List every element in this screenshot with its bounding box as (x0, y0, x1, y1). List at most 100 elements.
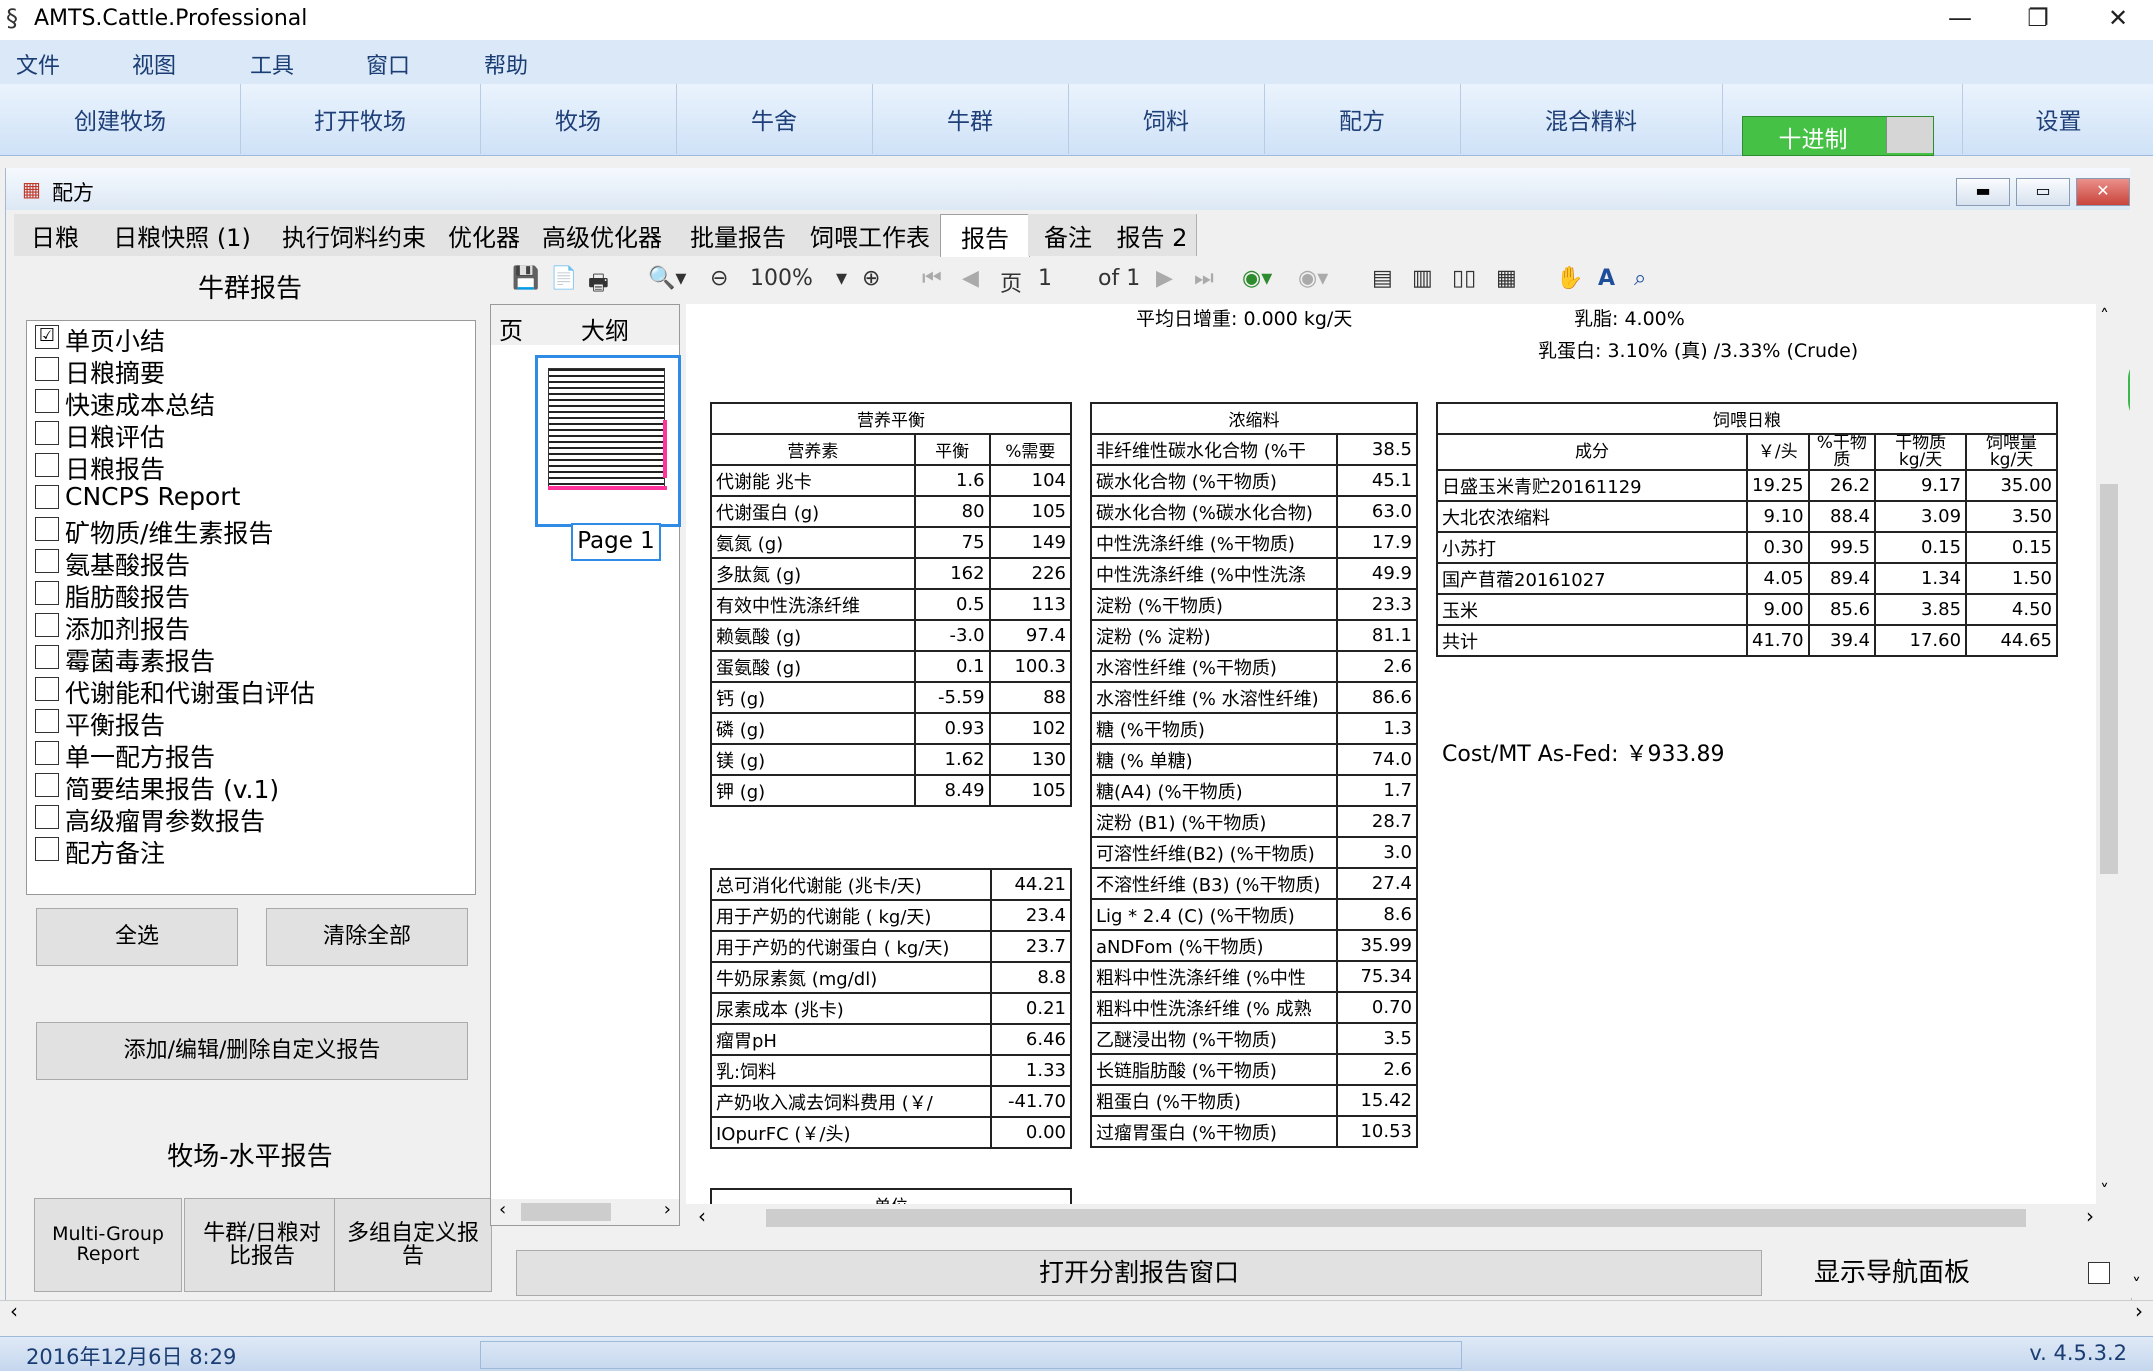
scroll-thumb[interactable] (2100, 484, 2118, 874)
show-navigation-checkbox[interactable] (2088, 1262, 2110, 1284)
multi-page-icon[interactable]: ▦ (1496, 266, 1517, 291)
checkbox-me-mp-evaluation[interactable] (35, 677, 59, 701)
zoom-in-icon[interactable]: ⊕ (862, 266, 880, 291)
zoom-in-dropdown-icon[interactable]: 🔍▾ (648, 266, 686, 291)
last-page-icon[interactable]: ⏭ (1194, 266, 1214, 291)
checkbox-advanced-rumen[interactable] (35, 805, 59, 829)
report-label: 配方备注 (65, 839, 166, 868)
tab-advanced-optimizer[interactable]: 高级优化器 (528, 214, 677, 256)
restore-button[interactable]: ❐ (2018, 4, 2058, 32)
report-label: 单一配方报告 (65, 743, 216, 772)
save-icon[interactable]: 💾 (512, 266, 539, 291)
page-input[interactable]: 1 (1038, 266, 1052, 291)
scroll-right-icon[interactable]: › (664, 1199, 671, 1220)
scroll-thumb[interactable] (766, 1209, 2026, 1227)
clear-all-button[interactable]: 清除全部 (266, 908, 468, 966)
barn-button[interactable]: 牛舍 (676, 84, 873, 154)
print-icon[interactable]: 🖶 (588, 266, 609, 304)
find-icon[interactable]: ⌕ (1634, 266, 1646, 291)
tab-pages[interactable]: 页 (499, 311, 523, 346)
checkbox-mycotoxin[interactable] (35, 645, 59, 669)
tab-ration[interactable]: 日粮 (14, 214, 97, 256)
checkbox-ration-report[interactable] (35, 453, 59, 477)
checkbox-single-formula[interactable] (35, 741, 59, 765)
checkbox-amino-acid[interactable] (35, 549, 59, 573)
tab-notes[interactable]: 备注 (1028, 214, 1109, 256)
create-farm-button[interactable]: 创建牧场 (0, 84, 241, 154)
scroll-left-icon[interactable]: ‹ (10, 1299, 18, 1323)
menu-help[interactable]: 帮助 (484, 48, 528, 80)
zoom-out-icon[interactable]: ⊖ (710, 266, 728, 291)
tab-ration-snapshot[interactable]: 日粮快照 (1) (96, 214, 269, 256)
tab-feed-constraints[interactable]: 执行饲料约束 (268, 214, 441, 256)
page-thumbnail[interactable] (535, 355, 681, 527)
thumbnail-hscroll[interactable]: ‹ › (491, 1199, 679, 1225)
close-button[interactable]: ✕ (2098, 4, 2138, 32)
checkbox-fatty-acid[interactable] (35, 581, 59, 605)
checkbox-single-page-summary[interactable]: ☑ (35, 325, 59, 349)
scroll-down-icon[interactable]: ˅ (2100, 1181, 2109, 1202)
tab-outline[interactable]: 大纲 (581, 311, 629, 346)
prev-page-icon[interactable]: ◀ (962, 266, 979, 291)
checkbox-mineral-vitamin[interactable] (35, 517, 59, 541)
checkbox-formula-notes[interactable] (35, 837, 59, 861)
two-page-icon[interactable]: ▯▯ (1452, 266, 1476, 291)
scroll-thumb[interactable] (521, 1203, 611, 1221)
forward-icon[interactable]: ◉▾ (1298, 266, 1328, 291)
zoom-dropdown-icon[interactable]: ▾ (836, 266, 847, 291)
multi-group-report-button[interactable]: Multi-Group Report (34, 1198, 182, 1292)
text-select-icon[interactable]: A (1598, 266, 1615, 291)
settings-button[interactable]: 设置 (1962, 84, 2153, 154)
hand-tool-icon[interactable]: ✋ (1556, 266, 1583, 291)
tab-feeding-worksheet[interactable]: 饲喂工作表 (800, 214, 941, 256)
minimize-button[interactable]: — (1940, 4, 1980, 32)
checkbox-cncps-report[interactable] (35, 485, 59, 509)
herd-button[interactable]: 牛群 (872, 84, 1069, 154)
tab-report-2[interactable]: 报告 2 (1108, 214, 1197, 256)
report-vscroll[interactable]: ˄ ˅ (2096, 304, 2122, 1204)
checkbox-brief-results[interactable] (35, 773, 59, 797)
window-vscroll[interactable]: ˅ (2130, 168, 2153, 1298)
scroll-down-icon[interactable]: ˅ (2132, 1275, 2141, 1296)
child-close-button[interactable]: ✕ (2076, 178, 2130, 206)
report-hscroll[interactable]: ‹ › (686, 1204, 2122, 1230)
mixed-concentrate-button[interactable]: 混合精料 (1460, 84, 1723, 154)
farm-button[interactable]: 牧场 (480, 84, 677, 154)
child-minimize-button[interactable]: ▬ (1956, 178, 2010, 206)
open-farm-button[interactable]: 打开牧场 (240, 84, 481, 154)
feeds-button[interactable]: 饲料 (1068, 84, 1265, 154)
checkbox-ration-evaluation[interactable] (35, 421, 59, 445)
main-hscroll[interactable]: ‹ › (0, 1299, 2153, 1326)
scroll-right-icon[interactable]: › (2086, 1204, 2094, 1228)
menu-window[interactable]: 窗口 (366, 48, 410, 80)
open-split-report-button[interactable]: 打开分割报告窗口 (516, 1250, 1762, 1296)
child-restore-button[interactable]: ▭ (2016, 178, 2070, 206)
menu-tools[interactable]: 工具 (250, 48, 294, 80)
scroll-up-icon[interactable]: ˄ (2100, 306, 2109, 327)
zoom-level[interactable]: 100% (750, 266, 813, 291)
checkbox-ration-summary[interactable] (35, 357, 59, 381)
checkbox-balance-report[interactable] (35, 709, 59, 733)
scroll-left-icon[interactable]: ‹ (499, 1199, 506, 1220)
tab-report[interactable]: 报告 (940, 214, 1030, 257)
back-icon[interactable]: ◉▾ (1242, 266, 1272, 291)
herd-ration-compare-button[interactable]: 牛群/日粮对比报告 (184, 1198, 340, 1292)
multi-group-custom-button[interactable]: 多组自定义报告 (334, 1198, 492, 1292)
tab-batch-report[interactable]: 批量报告 (676, 214, 801, 256)
formula-button[interactable]: 配方 (1264, 84, 1461, 154)
export-icon[interactable]: 📄 (550, 266, 577, 291)
single-page-icon[interactable]: ▤ (1372, 266, 1393, 291)
tab-optimizer[interactable]: 优化器 (440, 214, 529, 256)
checkbox-additive[interactable] (35, 613, 59, 637)
select-all-button[interactable]: 全选 (36, 908, 238, 966)
continuous-page-icon[interactable]: ▥ (1412, 266, 1433, 291)
next-page-icon[interactable]: ▶ (1156, 266, 1173, 291)
first-page-icon[interactable]: ⏮ (922, 266, 942, 291)
menu-view[interactable]: 视图 (132, 48, 176, 80)
custom-report-button[interactable]: 添加/编辑/删除自定义报告 (36, 1022, 468, 1080)
scroll-left-icon[interactable]: ‹ (698, 1204, 706, 1228)
decimal-toggle[interactable]: 十进制 (1742, 116, 1934, 156)
scroll-right-icon[interactable]: › (2135, 1299, 2143, 1323)
checkbox-quick-cost-summary[interactable] (35, 389, 59, 413)
menu-file[interactable]: 文件 (16, 48, 60, 80)
